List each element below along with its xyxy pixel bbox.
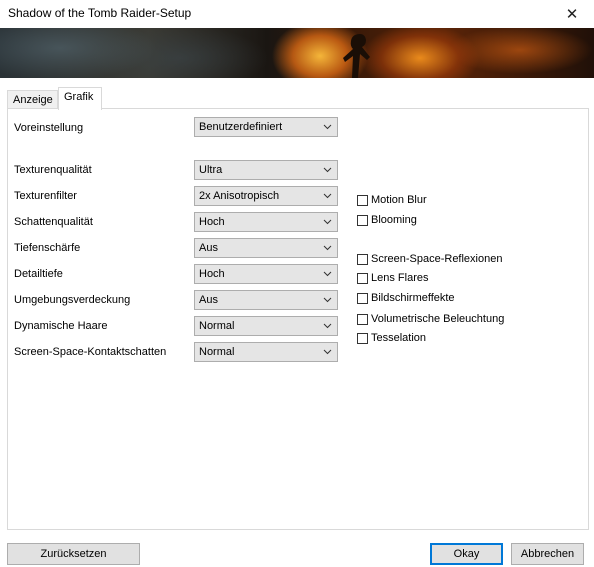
depth-of-field-value: Aus — [199, 242, 218, 254]
close-icon: ✕ — [565, 6, 579, 23]
chevron-down-icon — [323, 124, 332, 130]
tab-grafik[interactable]: Grafik — [58, 87, 102, 110]
reset-button[interactable]: Zurücksetzen — [7, 543, 140, 565]
title-bar: Shadow of the Tomb Raider-Setup ✕ — [0, 0, 594, 28]
header-banner-image — [0, 28, 594, 78]
setting-label-dynamic-hair: Dynamische Haare — [14, 320, 108, 332]
texture-quality-dropdown[interactable]: Ultra — [194, 160, 338, 180]
setting-label-texture-filter: Texturenfilter — [14, 190, 77, 202]
motion-blur-label: Motion Blur — [371, 194, 427, 206]
tesselation-checkbox[interactable]: Tesselation — [357, 331, 426, 345]
volumetric-lighting-checkbox[interactable]: Volumetrische Beleuchtung — [357, 312, 504, 326]
dynamic-hair-dropdown[interactable]: Normal — [194, 316, 338, 336]
checkbox-box[interactable] — [357, 313, 368, 325]
checkbox-box[interactable] — [357, 292, 368, 304]
chevron-down-icon — [323, 245, 332, 251]
volumetric-lighting-label: Volumetrische Beleuchtung — [371, 313, 505, 325]
contact-shadows-value: Normal — [199, 346, 235, 358]
level-of-detail-dropdown[interactable]: Hoch — [194, 264, 338, 284]
texture-quality-value: Ultra — [199, 164, 223, 176]
chevron-down-icon — [323, 349, 332, 355]
chevron-down-icon — [323, 167, 332, 173]
setting-label-level-of-detail: Detailtiefe — [14, 268, 63, 280]
tab-anzeige[interactable]: Anzeige — [7, 90, 58, 109]
ambient-occlusion-value: Aus — [199, 294, 218, 306]
cancel-button[interactable]: Abbrechen — [511, 543, 584, 565]
checkbox-box[interactable] — [357, 194, 368, 206]
tab-grafik-label: Grafik — [64, 91, 94, 103]
chevron-down-icon — [323, 297, 332, 303]
chevron-down-icon — [323, 219, 332, 225]
ambient-occlusion-dropdown[interactable]: Aus — [194, 290, 338, 310]
screen-space-reflections-checkbox[interactable]: Screen-Space-Reflexionen — [357, 252, 502, 266]
chevron-down-icon — [323, 323, 332, 329]
blooming-label: Blooming — [371, 214, 417, 226]
setting-label-contact-shadows: Screen-Space-Kontaktschatten — [14, 346, 167, 358]
dynamic-hair-value: Normal — [199, 320, 235, 332]
screen-space-reflections-label: Screen-Space-Reflexionen — [371, 253, 503, 265]
tesselation-label: Tesselation — [371, 332, 427, 344]
checkbox-box[interactable] — [357, 214, 368, 226]
chevron-down-icon — [323, 271, 332, 277]
preset-dropdown[interactable]: Benutzerdefiniert — [194, 117, 338, 137]
setting-label-depth-of-field: Tiefenschärfe — [14, 242, 81, 254]
lens-flares-checkbox[interactable]: Lens Flares — [357, 271, 428, 285]
screen-effects-checkbox[interactable]: Bildschirmeffekte — [357, 291, 455, 305]
window-title: Shadow of the Tomb Raider-Setup — [8, 6, 192, 20]
depth-of-field-dropdown[interactable]: Aus — [194, 238, 338, 258]
setting-label-texture-quality: Texturenqualität — [14, 164, 92, 176]
screen-effects-label: Bildschirmeffekte — [371, 292, 455, 304]
preset-value: Benutzerdefiniert — [199, 121, 283, 133]
chevron-down-icon — [323, 193, 332, 199]
shadow-quality-value: Hoch — [199, 216, 225, 228]
ok-button[interactable]: Okay — [430, 543, 503, 565]
setting-label-shadow-quality: Schattenqualität — [14, 216, 93, 228]
checkbox-box[interactable] — [357, 253, 368, 265]
setting-label-ambient-occlusion: Umgebungsverdeckung — [14, 294, 131, 306]
tab-anzeige-label: Anzeige — [13, 94, 53, 106]
blooming-checkbox[interactable]: Blooming — [357, 213, 417, 227]
shadow-quality-dropdown[interactable]: Hoch — [194, 212, 338, 232]
checkbox-box[interactable] — [357, 272, 368, 284]
character-silhouette — [343, 34, 370, 78]
lens-flares-label: Lens Flares — [371, 272, 429, 284]
preset-label: Voreinstellung — [14, 122, 84, 134]
texture-filter-value: 2x Anisotropisch — [199, 190, 280, 202]
motion-blur-checkbox[interactable]: Motion Blur — [357, 193, 427, 207]
contact-shadows-dropdown[interactable]: Normal — [194, 342, 338, 362]
close-button[interactable]: ✕ — [550, 0, 594, 28]
checkbox-box[interactable] — [357, 332, 368, 344]
texture-filter-dropdown[interactable]: 2x Anisotropisch — [194, 186, 338, 206]
level-of-detail-value: Hoch — [199, 268, 225, 280]
